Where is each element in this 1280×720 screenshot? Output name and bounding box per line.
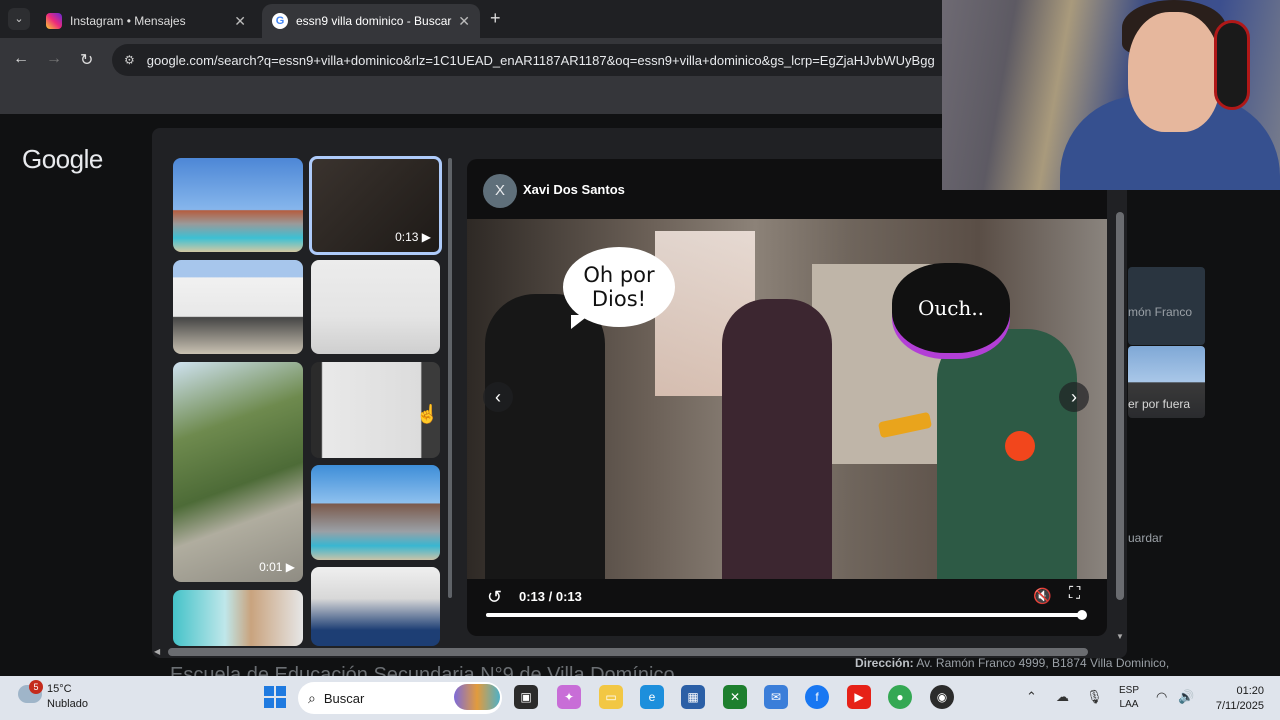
microphone-icon[interactable]: 🎙 (1086, 689, 1103, 705)
fullscreen-icon[interactable]: ⛶ (1069, 585, 1080, 603)
video-duration: 0:13 ▶ (395, 230, 431, 244)
copilot-icon[interactable]: ✦ (557, 685, 581, 709)
lang-code: ESP (1119, 685, 1140, 696)
search-highlight-icon[interactable] (454, 684, 500, 710)
tab-title: essn9 villa dominico - Buscar co (296, 14, 453, 28)
search-placeholder: Buscar (323, 690, 365, 706)
splat-sticker (1005, 431, 1035, 461)
replay-icon[interactable]: ↺ (487, 587, 502, 608)
streamer-face (1128, 12, 1220, 132)
instagram-icon (46, 13, 62, 29)
weather-condition[interactable]: Nublado (47, 698, 88, 710)
speech-bubble: Ouch.. (892, 263, 1010, 353)
image-thumbnail[interactable] (311, 260, 440, 354)
address-label: Dirección: (855, 656, 914, 670)
chrome-icon[interactable]: ● (888, 685, 912, 709)
progress-knob[interactable] (1077, 610, 1087, 620)
muted-icon[interactable]: 🔇 (1033, 587, 1052, 605)
image-thumbnail[interactable] (173, 260, 303, 354)
video-thumbnail-selected[interactable]: 0:13 ▶ (309, 156, 442, 255)
photo-card-label: er por fuera (1128, 397, 1191, 411)
video-frame[interactable]: Oh por Dios! Ouch.. (467, 219, 1107, 579)
video-time: 0:13 / 0:13 (519, 589, 582, 604)
forward-arrow-icon[interactable]: → (46, 50, 62, 68)
video-viewer: X Xavi Dos Santos Oh por Dios! Ouch.. ‹ … (467, 159, 1107, 636)
clock-date: 7/11/2025 (1215, 700, 1264, 712)
progress-bar[interactable] (486, 613, 1082, 617)
back-arrow-icon[interactable]: ← (13, 50, 29, 68)
chevron-up-icon[interactable]: ⌃ (1026, 689, 1037, 705)
site-settings-icon[interactable]: ⚙ (124, 53, 135, 67)
google-icon: G (272, 13, 288, 29)
clock-time: 01:20 (1236, 685, 1264, 697)
tab-search-button[interactable]: ⌄ (8, 8, 30, 30)
tab-google-search[interactable]: G essn9 villa dominico - Buscar co ✕ (262, 4, 480, 38)
wifi-icon[interactable]: ◠ (1156, 689, 1167, 705)
video-duration: 0:01 ▶ (259, 560, 295, 574)
search-icon: ⌕ (308, 689, 316, 706)
taskbar: 5 15°C Nublado ⌕ Buscar ▣ ✦ ▭ e ▦ ✕ ✉ f … (0, 676, 1280, 720)
mail-icon[interactable]: ✉ (764, 685, 788, 709)
facebook-icon[interactable]: f (805, 685, 829, 709)
map-card-label: món Franco (1128, 305, 1193, 319)
author-avatar[interactable]: X (483, 174, 517, 208)
gallery-scrollbar[interactable] (448, 158, 452, 598)
store-icon[interactable]: ▦ (681, 685, 705, 709)
youtube-icon[interactable]: ▶ (847, 685, 871, 709)
volume-icon[interactable]: 🔊 (1178, 689, 1194, 705)
webcam-overlay (942, 0, 1280, 190)
language-indicator[interactable]: ESP LAA (1119, 684, 1139, 712)
speech-bubble: Oh por Dios! (563, 247, 675, 329)
new-tab-button[interactable]: + (490, 8, 501, 29)
close-icon[interactable]: ✕ (234, 13, 246, 30)
headset (1214, 20, 1250, 110)
url-text: google.com/search?q=essn9+villa+dominico… (146, 52, 935, 68)
hand-cursor-icon: ☝ (416, 404, 439, 424)
weather-badge: 5 (29, 680, 43, 694)
edge-icon[interactable]: e (640, 685, 664, 709)
clock[interactable]: 01:20 7/11/2025 (1206, 684, 1264, 714)
lang-layout: LAA (1119, 699, 1139, 710)
temperature[interactable]: 15°C (47, 683, 72, 695)
google-logo[interactable]: Google (22, 144, 103, 175)
close-icon[interactable]: ✕ (458, 13, 470, 30)
save-button[interactable]: uardar (1128, 531, 1163, 545)
scroll-left-icon[interactable]: ◀ (154, 647, 160, 656)
viewer-scrollbar[interactable] (1116, 212, 1124, 600)
person (722, 299, 832, 579)
file-explorer-icon[interactable]: ▭ (599, 685, 623, 709)
network-cloud-icon[interactable]: ☁ (1056, 689, 1069, 705)
image-thumbnail[interactable] (173, 590, 303, 646)
horizontal-scrollbar[interactable] (168, 648, 1088, 656)
map-card[interactable]: món Franco (1128, 267, 1205, 345)
reload-icon[interactable]: ↻ (80, 50, 93, 70)
address-value: Av. Ramón Franco 4999, B1874 Villa Domin… (916, 656, 1170, 670)
author-name[interactable]: Xavi Dos Santos (523, 182, 625, 197)
image-thumbnail[interactable] (311, 567, 440, 646)
tab-title: Instagram • Mensajes (70, 14, 186, 28)
video-thumbnail[interactable]: 0:01 ▶ (173, 362, 303, 582)
xbox-icon[interactable]: ✕ (723, 685, 747, 709)
chevron-left-icon[interactable]: ‹ (483, 382, 513, 412)
scroll-down-icon[interactable]: ▼ (1116, 632, 1124, 641)
person (485, 294, 605, 579)
task-view-icon[interactable]: ▣ (514, 685, 538, 709)
image-thumbnail[interactable] (311, 465, 440, 560)
obs-icon[interactable]: ◉ (930, 685, 954, 709)
address-info: Dirección: Av. Ramón Franco 4999, B1874 … (855, 656, 1169, 670)
photo-card[interactable]: er por fuera (1128, 346, 1205, 418)
chevron-right-icon[interactable]: › (1059, 382, 1089, 412)
image-thumbnail[interactable] (173, 158, 303, 252)
windows-start-icon[interactable] (264, 686, 286, 708)
tab-instagram[interactable]: Instagram • Mensajes ✕ (36, 4, 256, 38)
video-controls: ↺ 0:13 / 0:13 🔇 ⛶ (467, 579, 1107, 636)
